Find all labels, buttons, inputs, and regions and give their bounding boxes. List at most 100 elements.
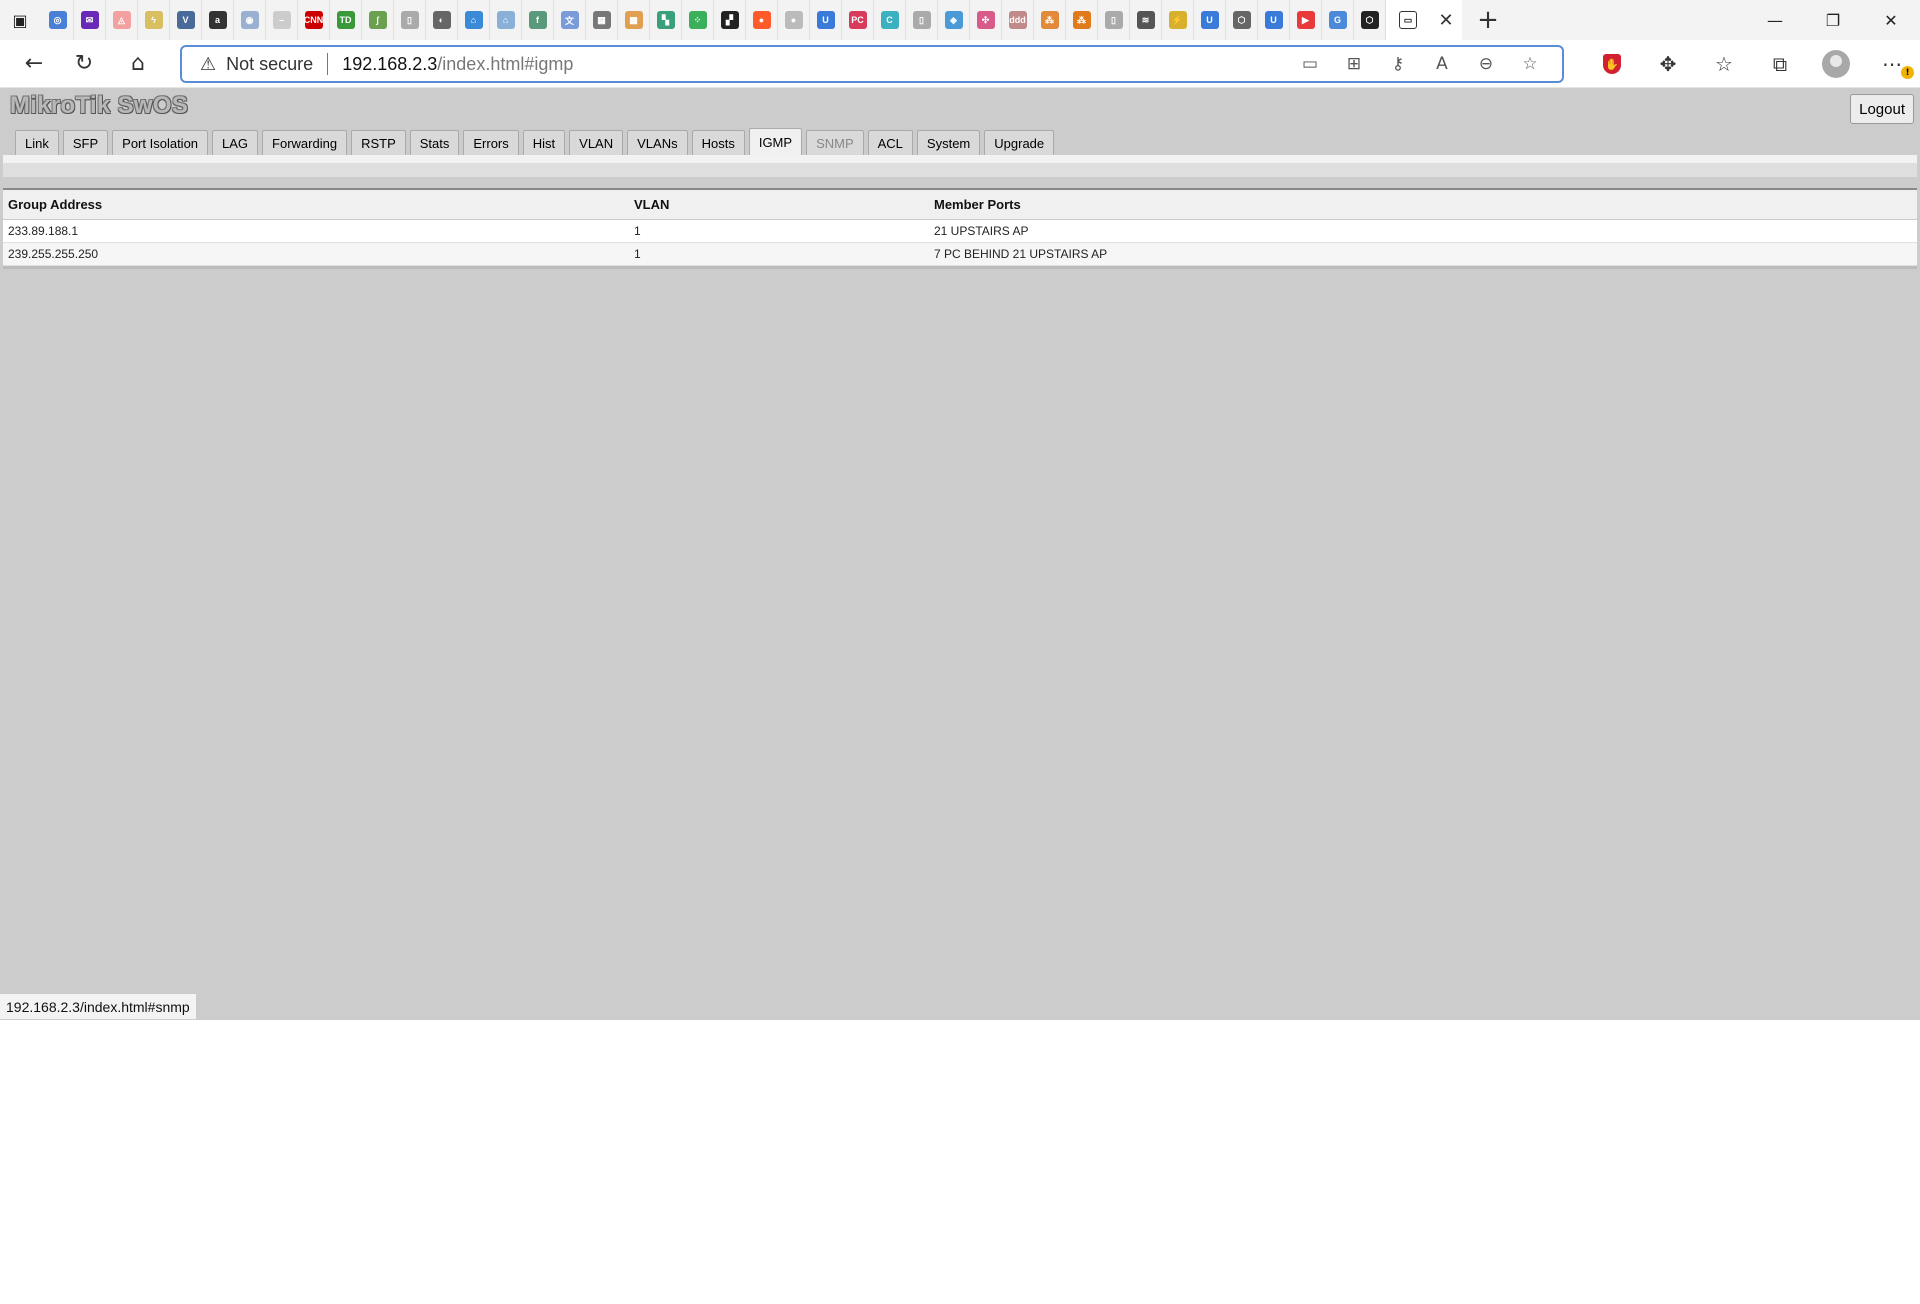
pinned-tab[interactable]: ✣ <box>970 0 1002 40</box>
swos-page: MikroTik SwOS Logout Link SFP Port Isolati… <box>0 88 1920 1020</box>
pinned-tab[interactable]: ≋ <box>1130 0 1162 40</box>
apps-icon[interactable]: ⊞ <box>1332 47 1376 81</box>
back-arrow-icon[interactable]: ← <box>14 44 54 84</box>
close-window-icon[interactable]: ✕ <box>1862 0 1920 40</box>
settings-more-icon[interactable]: ⋯! <box>1864 40 1920 88</box>
pinned-tab[interactable]: ◬ <box>106 0 138 40</box>
cnn-icon: CNN <box>304 11 323 29</box>
adblock-shield-icon[interactable]: ✋ <box>1584 40 1640 88</box>
active-tab[interactable]: ▭ <box>1386 0 1430 40</box>
reload-icon[interactable]: ↻ <box>64 44 104 84</box>
pinned-tab[interactable]: U <box>1258 0 1290 40</box>
amazon-icon: a <box>208 11 227 29</box>
pinned-tab[interactable]: ▯ <box>1098 0 1130 40</box>
pinned-tab[interactable]: U <box>810 0 842 40</box>
tab-snmp[interactable]: SNMP <box>806 130 864 155</box>
new-tab-icon[interactable]: + <box>1468 0 1508 40</box>
pinned-tab[interactable]: ⁂ <box>1066 0 1098 40</box>
pinned-tab[interactable]: G <box>1322 0 1354 40</box>
tab-igmp[interactable]: IGMP <box>748 128 803 155</box>
pinned-tab[interactable]: ϟ <box>138 0 170 40</box>
pinned-tab[interactable]: ⁘ <box>682 0 714 40</box>
pinned-tab[interactable]: – <box>266 0 298 40</box>
collections-icon[interactable]: ⧉ <box>1752 40 1808 88</box>
pinned-tab[interactable]: ● <box>778 0 810 40</box>
pinned-tab[interactable]: PC <box>842 0 874 40</box>
tab-acl[interactable]: ACL <box>867 130 913 155</box>
url-host[interactable]: 192.168.2.3 <box>342 54 437 75</box>
pinned-tab[interactable]: ◐ <box>426 0 458 40</box>
pinned-tab[interactable]: ▯ <box>906 0 938 40</box>
restore-icon[interactable]: ❐ <box>1804 0 1862 40</box>
pinned-tab[interactable]: C <box>874 0 906 40</box>
tab-hist[interactable]: Hist <box>522 130 566 155</box>
pinned-tab[interactable]: ʃ <box>362 0 394 40</box>
tab-vlans[interactable]: VLANs <box>627 130 688 155</box>
pinned-tab[interactable]: ▶ <box>1290 0 1322 40</box>
logout-button[interactable]: Logout <box>1850 94 1914 124</box>
tab-system[interactable]: System <box>916 130 981 155</box>
tab-hosts[interactable]: Hosts <box>691 130 745 155</box>
tab-vlan[interactable]: VLAN <box>569 130 624 155</box>
pinned-tab[interactable]: ▚ <box>650 0 682 40</box>
key-icon[interactable]: ⚷ <box>1376 47 1420 81</box>
airbnb-icon: ◬ <box>112 11 131 29</box>
favorites-icon[interactable]: ☆ <box>1696 40 1752 88</box>
tab-upgrade[interactable]: Upgrade <box>984 130 1055 155</box>
extensions-icon[interactable]: ✥ <box>1640 40 1696 88</box>
tab-actions-icon[interactable]: ▣ <box>8 8 32 32</box>
tab-port-isolation[interactable]: Port Isolation <box>112 130 209 155</box>
pinned-tab[interactable]: ⬡ <box>1226 0 1258 40</box>
orange-tree-icon: ⁂ <box>1072 11 1091 29</box>
pinned-tab[interactable]: ⌂ <box>490 0 522 40</box>
mail-icon: ✉ <box>80 11 99 29</box>
url-path[interactable]: /index.html#igmp <box>437 54 573 75</box>
not-secure-label[interactable]: Not secure <box>226 54 313 75</box>
pinned-tab[interactable]: ▦ <box>586 0 618 40</box>
pinned-tab[interactable]: ● <box>746 0 778 40</box>
open-in-app-icon[interactable]: ▭ <box>1288 47 1332 81</box>
tab-lag[interactable]: LAG <box>212 130 259 155</box>
pinned-tab[interactable]: ⚡ <box>1162 0 1194 40</box>
table-footer-line <box>3 266 1917 269</box>
pinned-tab[interactable]: ▯ <box>394 0 426 40</box>
pinned-tab[interactable]: ▞ <box>714 0 746 40</box>
tab-link[interactable]: Link <box>15 130 59 155</box>
pinned-tab[interactable]: ◉ <box>234 0 266 40</box>
read-aloud-icon[interactable]: A <box>1420 47 1464 81</box>
pinned-tab[interactable]: ⌂ <box>458 0 490 40</box>
tab-forwarding[interactable]: Forwarding <box>262 130 348 155</box>
cube-icon: ⬡ <box>1232 11 1251 29</box>
pinned-tab[interactable]: ▩ <box>618 0 650 40</box>
pinned-tab[interactable]: U <box>1194 0 1226 40</box>
pinned-tab[interactable]: ⬡ <box>1354 0 1386 40</box>
pinned-tab[interactable]: CNN <box>298 0 330 40</box>
pinned-tab[interactable]: TD <box>330 0 362 40</box>
pinned-tab[interactable]: a <box>202 0 234 40</box>
pinned-tab[interactable]: ✉ <box>74 0 106 40</box>
page-icon: ▯ <box>400 11 419 29</box>
profile-avatar[interactable] <box>1808 40 1864 88</box>
add-favorite-icon[interactable]: ☆ <box>1508 47 1552 81</box>
tab-errors[interactable]: Errors <box>463 130 519 155</box>
home-icon[interactable]: ⌂ <box>118 44 158 84</box>
warning-triangle-icon[interactable]: ⚠ <box>200 54 216 75</box>
address-bar[interactable]: ⚠ Not secure 192.168.2.3/index.html#igmp… <box>180 45 1564 83</box>
pinned-tab[interactable]: ⁂ <box>1034 0 1066 40</box>
tab-rstp[interactable]: RSTP <box>351 130 406 155</box>
minimize-icon[interactable]: — <box>1746 0 1804 40</box>
panel-toolbar-strip <box>3 163 1917 177</box>
pinned-tab[interactable]: f <box>522 0 554 40</box>
circle-icon: ◉ <box>240 11 259 29</box>
pinned-tab[interactable]: ◎ <box>42 0 74 40</box>
close-tab-icon[interactable]: ✕ <box>1430 0 1462 40</box>
zoom-out-icon[interactable]: ⊖ <box>1464 47 1508 81</box>
pinned-tab[interactable]: 文 <box>554 0 586 40</box>
tab-stats[interactable]: Stats <box>409 130 460 155</box>
tab-sfp[interactable]: SFP <box>62 130 109 155</box>
td-icon: TD <box>336 11 355 29</box>
pinned-tab[interactable]: ddd <box>1002 0 1034 40</box>
pinned-tab[interactable]: V <box>170 0 202 40</box>
cell-member-ports: 7 PC BEHIND 21 UPSTAIRS AP <box>934 247 1108 261</box>
pinned-tab[interactable]: ◈ <box>938 0 970 40</box>
